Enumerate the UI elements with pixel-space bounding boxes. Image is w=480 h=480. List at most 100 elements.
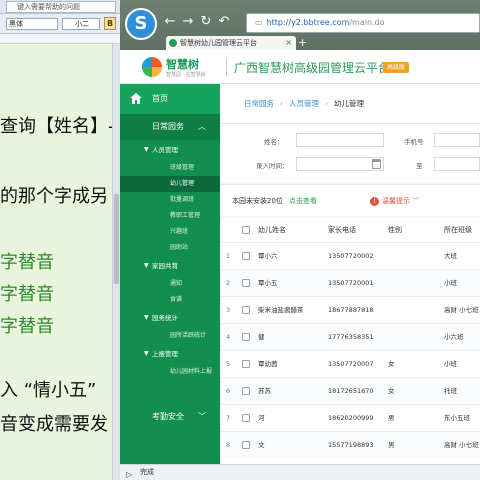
parent-phone-cell: 17776358351: [328, 333, 374, 341]
notice-text: 本园未安装20位: [232, 197, 283, 205]
sidebar-item[interactable]: 通知: [120, 276, 220, 292]
url-path: /main.do: [349, 18, 385, 27]
url-domain: http://y2.bbtree.com: [266, 18, 350, 27]
triangle-down-icon: ▼: [144, 314, 149, 321]
row-checkbox[interactable]: [242, 387, 250, 395]
address-bar[interactable]: ▭ http://y2.bbtree.com/main.do: [246, 13, 480, 33]
class-cell: 小班: [444, 360, 457, 368]
sidebar-item[interactable]: 园所活跃统计: [120, 328, 220, 344]
child-name-cell: 覃幼茜: [258, 360, 278, 368]
row-checkbox[interactable]: [242, 414, 250, 422]
row-checkbox[interactable]: [242, 306, 250, 314]
class-cell: 小班: [444, 279, 457, 287]
name-filter-input[interactable]: [296, 133, 384, 147]
sidebar-item[interactable]: 幼儿管理: [120, 176, 220, 192]
sidebar-item[interactable]: 幼儿园材料上报: [120, 364, 220, 380]
sidebar-item[interactable]: 兴趣班: [120, 224, 220, 240]
sidebar-item[interactable]: 食谱: [120, 292, 220, 308]
undo-history-icon[interactable]: ↶: [216, 14, 232, 30]
enroll-start-date-input[interactable]: [296, 157, 384, 171]
select-all-checkbox[interactable]: [242, 226, 250, 234]
calendar-icon[interactable]: [372, 159, 381, 169]
sidebar-section-attendance[interactable]: 考勤安全 ﹀: [120, 404, 220, 430]
main-content: 日常园务 › 人员管理 › 幼儿管理 姓名： 手机号 录入时间： 至 本园未安装20位点…: [220, 84, 480, 464]
gender-cell: 女: [388, 360, 395, 368]
filter-panel: 姓名： 手机号 录入时间： 至: [220, 124, 480, 182]
sidebar-item[interactable]: 批量调班: [120, 192, 220, 208]
media-play-icon[interactable]: ▷: [126, 467, 132, 480]
home-icon: [130, 93, 142, 104]
document-line: 音变成需要发: [0, 414, 108, 435]
sidebar-group[interactable]: ▼ 上报管理: [120, 344, 220, 364]
row-checkbox[interactable]: [242, 279, 250, 287]
sidebar-item[interactable]: 教职工管理: [120, 208, 220, 224]
font-size-select[interactable]: 小二: [62, 18, 100, 30]
row-number: 2: [226, 279, 231, 287]
parent-phone-cell: 13507720007: [328, 360, 374, 368]
sidebar-group[interactable]: ▼ 家园共育: [120, 256, 220, 276]
tab-title: 智慧树幼儿园管理云平台: [180, 39, 257, 47]
parent-phone-cell: 13507720001: [328, 279, 374, 287]
breadcrumb-item[interactable]: 人员管理: [289, 99, 319, 108]
sidebar-group[interactable]: ▼ 园务统计: [120, 308, 220, 328]
gender-cell: 男: [388, 414, 395, 422]
platform-title: 广西智慧树高级园管理云平台: [234, 61, 391, 75]
table-row[interactable]: 2 覃小五 13507720001 小班: [220, 269, 480, 296]
breadcrumb: 日常园务 › 人员管理 › 幼儿管理: [220, 84, 480, 124]
table-row[interactable]: 1 覃小六 13507720002 大班: [220, 242, 480, 269]
sidebar-section-label: 考勤安全: [152, 412, 184, 421]
class-cell: 大班: [444, 252, 457, 260]
column-header[interactable]: 家长电话: [328, 218, 356, 242]
scrollbar-thumb[interactable]: [114, 194, 119, 284]
browser-tab[interactable]: 智慧树幼儿园管理云平台 ×: [166, 36, 296, 50]
column-header[interactable]: 性别: [388, 218, 402, 242]
new-tab-button[interactable]: +: [298, 37, 307, 48]
editor-ruler: [0, 34, 120, 44]
sidebar-item[interactable]: 园助站: [120, 240, 220, 256]
table-row[interactable]: 4 健 17776358351 小六班: [220, 323, 480, 350]
sidebar-item[interactable]: 班级管理: [120, 160, 220, 176]
table-row[interactable]: 5 覃幼茜 13507720007 女 小班: [220, 350, 480, 377]
table-row[interactable]: 7 河 18620200999 男 东小五班: [220, 404, 480, 431]
breadcrumb-item[interactable]: 日常园务: [244, 99, 274, 108]
install-notice-bar: 本园未安装20位 点击查看 ! 温馨提示 ﹀: [220, 184, 480, 216]
enroll-time-label: 录入时间：: [256, 162, 289, 170]
row-checkbox[interactable]: [242, 333, 250, 341]
row-checkbox[interactable]: [242, 441, 250, 449]
row-number: 7: [226, 414, 231, 422]
enroll-end-date-input[interactable]: [434, 157, 480, 171]
sidebar-section-daily[interactable]: 日常园务 ︿: [120, 114, 220, 140]
table-row[interactable]: 8 文 15577198893 男 高财 小七班: [220, 431, 480, 458]
row-checkbox[interactable]: [242, 360, 250, 368]
forward-arrow-icon[interactable]: →: [180, 14, 196, 30]
editor-vertical-scrollbar[interactable]: [112, 44, 120, 480]
table-row[interactable]: 6 苏苏 18172651670 女 托班: [220, 377, 480, 404]
tips-dropdown[interactable]: ! 温馨提示 ﹀: [370, 185, 419, 217]
site-logo-icon[interactable]: [142, 57, 162, 77]
date-to-label: 至: [416, 162, 423, 170]
class-cell: 托班: [444, 387, 457, 395]
header-divider: [226, 58, 227, 76]
table-row[interactable]: 3 柴米油盐酱醋茶 18677887818 高财 小七班: [220, 296, 480, 323]
help-search-box[interactable]: 键入需要帮助的问题: [6, 1, 116, 13]
column-header[interactable]: 幼儿姓名: [258, 218, 286, 242]
browser-logo-icon[interactable]: S: [125, 8, 157, 40]
column-header[interactable]: 所在班级: [444, 218, 472, 242]
tab-close-icon[interactable]: ×: [285, 36, 292, 50]
phone-filter-input[interactable]: [434, 133, 480, 147]
sidebar-item-home[interactable]: 首页: [120, 84, 220, 114]
row-checkbox[interactable]: [242, 252, 250, 260]
refresh-icon[interactable]: ↻: [198, 14, 214, 30]
font-name-select[interactable]: 黑体: [6, 18, 58, 30]
editor-document-page[interactable]: 查询【姓名】- 的那个字成另 字替音 字替音 字替音 入 “情小五” 音变成需要…: [0, 44, 115, 480]
view-details-link[interactable]: 点击查看: [289, 197, 317, 205]
document-line: 查询【姓名】-: [0, 116, 115, 137]
child-name-cell: 覃小六: [258, 252, 278, 260]
bold-button[interactable]: B: [104, 17, 116, 30]
site-brand-name[interactable]: 智慧树: [166, 56, 199, 72]
browser-status-bar: ▷ 完成: [120, 464, 480, 480]
sidebar-group[interactable]: ▼ 人员管理: [120, 140, 220, 160]
class-cell: 东小五班: [444, 414, 470, 422]
back-arrow-icon[interactable]: ←: [162, 14, 178, 30]
parent-phone-cell: 13507720002: [328, 252, 374, 260]
